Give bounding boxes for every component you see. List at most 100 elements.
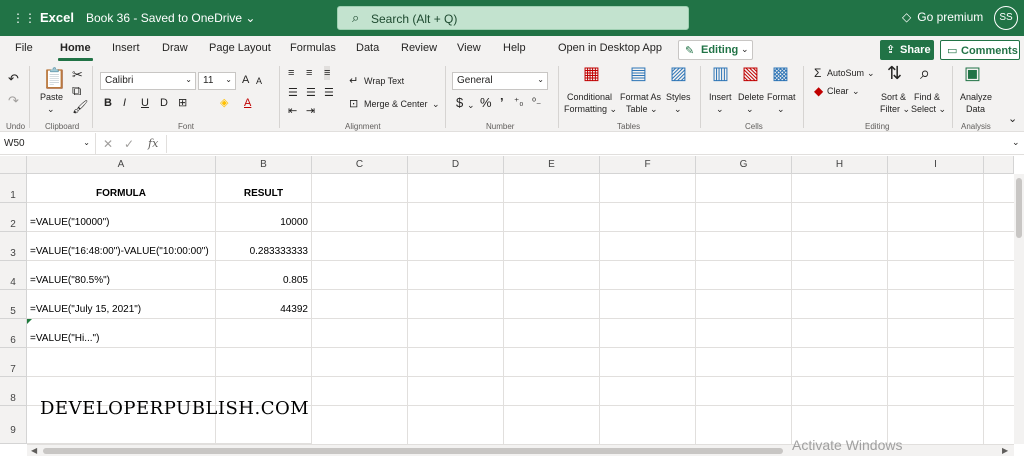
cut-icon[interactable]: ✂ [72, 68, 83, 82]
paste-icon[interactable]: 📋 [42, 68, 67, 90]
chevron-down-icon[interactable]: ⌄ [852, 86, 860, 97]
tab-page-layout[interactable]: Page Layout [209, 42, 271, 54]
format-as-table-icon[interactable]: ▤ [630, 64, 647, 82]
row-header-3[interactable]: 3 [0, 232, 27, 261]
chevron-down-icon[interactable]: ⌄ [746, 104, 754, 115]
analyze-data-label-2[interactable]: Data [966, 104, 985, 115]
wrap-text-icon[interactable]: ↵ [349, 74, 358, 88]
column-header-b[interactable]: B [216, 156, 312, 174]
column-header-c[interactable]: C [312, 156, 408, 174]
horizontal-scroll-thumb[interactable] [43, 448, 783, 454]
format-as-table-label-1[interactable]: Format As [620, 92, 661, 103]
conditional-formatting-label-2[interactable]: Formatting ⌄ [564, 104, 617, 115]
format-painter-icon[interactable]: 🖌 [72, 100, 89, 114]
app-launcher-icon[interactable]: ⋮⋮ [12, 12, 36, 24]
scroll-left-icon[interactable]: ◀ [31, 446, 37, 455]
chevron-down-icon[interactable]: ⌄ [777, 104, 785, 115]
app-name[interactable]: Excel [40, 10, 74, 25]
cell-a2[interactable]: =VALUE("10000") [27, 203, 216, 232]
autosum-label[interactable]: AutoSum [827, 68, 864, 79]
ribbon-options-chevron-icon[interactable]: ⌄ [1008, 112, 1017, 125]
currency-button[interactable]: $ [456, 96, 463, 110]
autosum-icon[interactable]: Σ [814, 66, 821, 80]
tab-insert[interactable]: Insert [112, 42, 140, 54]
fill-color-icon[interactable]: ◈ [220, 96, 228, 110]
decrease-indent-icon[interactable]: ⇤ [288, 104, 297, 118]
cell-a1[interactable]: FORMULA [27, 174, 216, 203]
expand-formula-bar-icon[interactable]: ⌄ [1012, 137, 1020, 148]
column-header-d[interactable]: D [408, 156, 504, 174]
chevron-down-icon[interactable]: ⌄ [467, 100, 475, 111]
delete-cells-icon[interactable]: ▧ [742, 64, 759, 82]
tab-file[interactable]: File [15, 42, 33, 54]
increase-decimal-icon[interactable]: ⁺₀ [514, 96, 523, 110]
tab-home[interactable]: Home [58, 42, 93, 61]
column-header-i[interactable]: I [888, 156, 984, 174]
tab-formulas[interactable]: Formulas [290, 42, 336, 54]
underline-button[interactable]: U [141, 96, 149, 110]
font-family-select[interactable]: Calibri ⌄ [100, 72, 196, 90]
strikethrough-button[interactable]: D [160, 96, 168, 110]
format-cells-icon[interactable]: ▩ [772, 64, 789, 82]
share-button[interactable]: ⇪ Share [880, 40, 934, 60]
vertical-scroll-thumb[interactable] [1016, 178, 1022, 238]
align-center-icon[interactable]: ☰ [306, 86, 316, 100]
cell-b1[interactable]: RESULT [216, 174, 312, 203]
avatar[interactable]: SS [994, 6, 1018, 30]
wrap-text-button[interactable]: Wrap Text [364, 76, 404, 87]
cell-b7[interactable] [216, 348, 312, 377]
increase-indent-icon[interactable]: ⇥ [306, 104, 315, 118]
row-header-6[interactable]: 6 [0, 319, 27, 348]
row-header-1[interactable]: 1 [0, 174, 27, 203]
chevron-down-icon[interactable]: ⌄ [432, 99, 440, 110]
copy-icon[interactable]: ⧉ [72, 84, 81, 98]
merge-center-button[interactable]: Merge & Center [364, 99, 428, 110]
cell-a7[interactable] [27, 348, 216, 377]
clear-icon[interactable]: ◆ [814, 84, 823, 98]
conditional-formatting-icon[interactable]: ▦ [583, 64, 600, 82]
row-header-7[interactable]: 7 [0, 348, 27, 377]
bold-button[interactable]: B [104, 96, 112, 110]
comments-button[interactable]: ▭ Comments [940, 40, 1020, 60]
row-header-2[interactable]: 2 [0, 203, 27, 232]
column-header-e[interactable]: E [504, 156, 600, 174]
empty-cells-gridlines[interactable] [312, 174, 1014, 444]
confirm-entry-icon[interactable]: ✓ [124, 137, 134, 151]
cell-b5[interactable]: 44392 [216, 290, 312, 319]
formula-input[interactable] [166, 135, 1006, 153]
chevron-down-icon[interactable]: ⌄ [716, 104, 724, 115]
row-header-4[interactable]: 4 [0, 261, 27, 290]
align-top-icon[interactable]: ≡ [288, 66, 294, 80]
borders-icon[interactable]: ⊞ [178, 96, 187, 110]
cell-b6[interactable] [216, 319, 312, 348]
row-header-5[interactable]: 5 [0, 290, 27, 319]
cell-b3[interactable]: 0.283333333 [216, 232, 312, 261]
comma-style-button[interactable]: ’ [500, 96, 504, 110]
cell-a4[interactable]: =VALUE("80.5%") [27, 261, 216, 290]
cell-b4[interactable]: 0.805 [216, 261, 312, 290]
paste-label[interactable]: Paste [40, 92, 63, 103]
conditional-formatting-label-1[interactable]: Conditional [567, 92, 612, 103]
cell-a3[interactable]: =VALUE("16:48:00")-VALUE("10:00:00") [27, 232, 216, 261]
cancel-entry-icon[interactable]: ✕ [103, 137, 113, 151]
scroll-right-icon[interactable]: ▶ [1002, 446, 1008, 455]
chevron-down-icon[interactable]: ⌄ [867, 68, 875, 79]
column-header-a[interactable]: A [27, 156, 216, 174]
find-select-icon[interactable]: ⌕ [920, 64, 930, 82]
align-middle-icon[interactable]: ≡ [306, 66, 312, 80]
row-header-8[interactable]: 8 [0, 377, 27, 406]
editing-mode-button[interactable]: ✎ Editing ⌄ [678, 40, 753, 60]
tab-review[interactable]: Review [401, 42, 437, 54]
font-color-icon[interactable]: A [244, 96, 251, 110]
cell-a6[interactable]: =VALUE("Hi...") [27, 319, 216, 348]
styles-label[interactable]: Styles [666, 92, 691, 103]
increase-font-icon[interactable]: A [242, 73, 249, 87]
format-as-table-label-2[interactable]: Table ⌄ [626, 104, 658, 115]
percent-button[interactable]: % [480, 96, 492, 110]
format-cells-label[interactable]: Format [767, 92, 796, 103]
styles-icon[interactable]: ▨ [670, 64, 687, 82]
row-header-9[interactable]: 9 [0, 406, 27, 444]
align-left-icon[interactable]: ☰ [288, 86, 298, 100]
open-in-desktop-app[interactable]: Open in Desktop App [558, 42, 662, 54]
font-size-select[interactable]: 11 ⌄ [198, 72, 236, 90]
